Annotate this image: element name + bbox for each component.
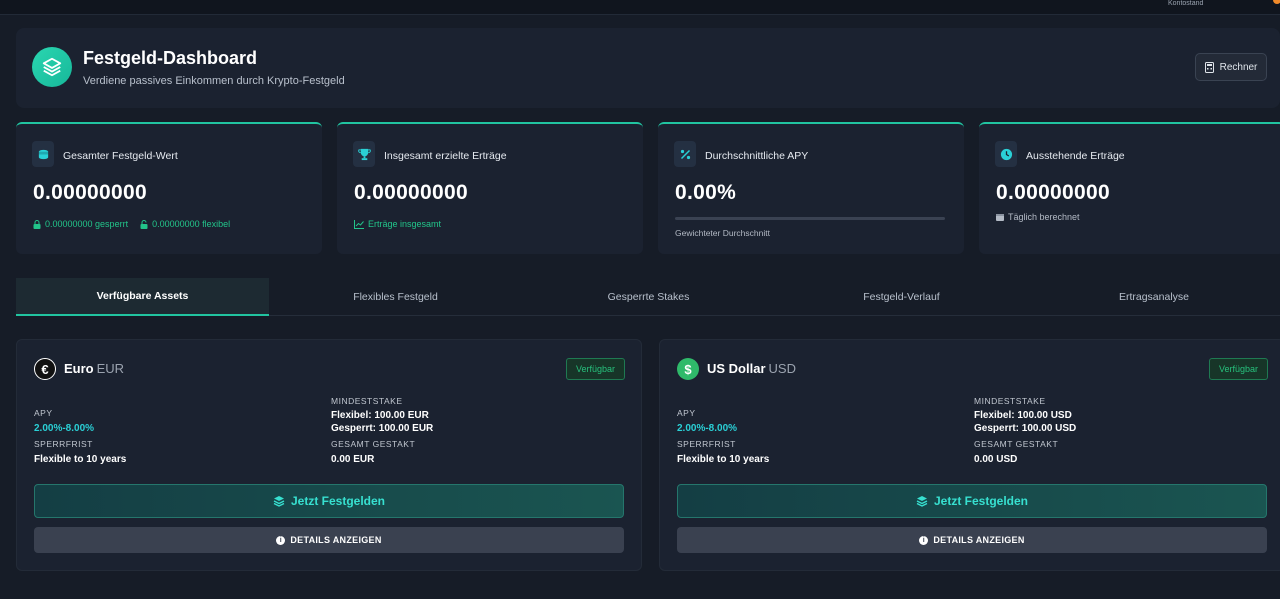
stat-note: Gewichteter Durchschnitt [675,228,770,238]
percent-icon [674,141,696,167]
stat-note-text: Erträge insgesamt [368,219,442,229]
info-icon: i [276,535,286,545]
asset-code: USD [768,361,796,376]
asset-name-text: US Dollar [707,361,766,376]
stat-value: 0.00000000 [33,181,147,204]
calculator-button[interactable]: Rechner [1195,53,1267,81]
total-staked-value: 0.00 EUR [331,454,375,465]
stat-card-pending: Ausstehende Erträge 0.00000000 Täglich b… [979,122,1280,254]
layers-icon [916,496,928,507]
notification-dot[interactable] [1273,0,1280,4]
asset-name-text: Euro [64,361,94,376]
page-title: Festgeld-Dashboard [83,48,258,68]
min-stake-locked: Gesperrt: 100.00 USD [974,423,1077,434]
coins-icon [32,141,54,167]
min-stake-locked: Gesperrt: 100.00 EUR [331,423,434,434]
clock-icon [995,141,1017,167]
asset-name: Euro EUR [64,361,124,376]
chart-line-icon [354,219,364,229]
show-details-label: DETAILS ANZEIGEN [933,535,1025,545]
stake-now-label: Jetzt Festgelden [290,494,386,508]
asset-card-eur: € Euro EUR Verfügbar APY 2.00%-8.00% SPER… [16,339,642,571]
show-details-button[interactable]: i DETAILS ANZEIGEN [34,527,624,553]
tab-available-assets[interactable]: Verfügbare Assets [16,278,269,316]
unlock-icon [140,219,148,229]
stake-now-label: Jetzt Festgelden [933,494,1029,508]
apy-progress-bar [675,217,945,220]
min-stake-flexible: Flexibel: 100.00 USD [974,410,1072,421]
min-stake-label: MINDESTSTAKE [331,396,403,406]
status-badge: Verfügbar [565,358,625,380]
lock-period-label: SPERRFRIST [34,439,93,449]
total-staked-label: GESAMT GESTAKT [974,439,1059,449]
stat-label: Gesamter Festgeld-Wert [63,150,178,162]
dollar-icon: $ [677,358,699,380]
lock-period-value: Flexible to 10 years [34,454,127,465]
asset-code: EUR [96,361,125,376]
stat-note: Täglich berechnet [996,212,1080,222]
stat-card-total-value: Gesamter Festgeld-Wert 0.00000000 0.0000… [16,122,322,254]
min-stake-flexible: Flexibel: 100.00 EUR [331,410,429,421]
account-balance-label: Kontostand [1168,0,1204,7]
top-bar: Kontostand [0,0,1280,15]
total-staked-value: 0.00 USD [974,454,1018,465]
status-badge: Verfügbar [1208,358,1268,380]
apy-label: APY [677,408,696,418]
stat-value: 0.00000000 [354,181,468,204]
stake-now-button[interactable]: Jetzt Festgelden [677,484,1267,518]
tab-deposit-history[interactable]: Festgeld-Verlauf [775,278,1028,316]
stat-label: Insgesamt erzielte Erträge [384,150,507,162]
total-staked-label: GESAMT GESTAKT [331,439,416,449]
min-stake-label: MINDESTSTAKE [974,396,1046,406]
stat-value: 0.00% [675,181,737,204]
stat-label: Ausstehende Erträge [1026,150,1125,162]
tab-flexible-deposit[interactable]: Flexibles Festgeld [269,278,522,316]
show-details-label: DETAILS ANZEIGEN [290,535,382,545]
calculator-button-label: Rechner [1219,61,1258,73]
lock-period-value: Flexible to 10 years [677,454,770,465]
stat-card-apy: Durchschnittliche APY 0.00% Gewichteter … [658,122,964,254]
apy-label: APY [34,408,53,418]
euro-icon: € [34,358,56,380]
calendar-icon [996,214,1004,221]
page-subtitle: Verdiene passives Einkommen durch Krypto… [83,75,345,87]
stat-note-text: Täglich berechnet [1008,212,1080,222]
apy-value: 2.00%-8.00% [34,423,95,434]
flexible-amount: 0.00000000 flexibel [152,219,231,229]
asset-card-usd: $ US Dollar USD Verfügbar APY 2.00%-8.00%… [659,339,1280,571]
stake-now-button[interactable]: Jetzt Festgelden [34,484,624,518]
stack-logo-icon [32,47,72,87]
layers-icon [273,496,285,507]
tab-bar: Verfügbare Assets Flexibles Festgeld Ges… [16,278,1280,316]
lock-icon [33,219,41,229]
tab-locked-stakes[interactable]: Gesperrte Stakes [522,278,775,316]
lock-period-label: SPERRFRIST [677,439,736,449]
locked-amount: 0.00000000 gesperrt [45,219,129,229]
calculator-icon [1204,61,1214,73]
stat-label: Durchschnittliche APY [705,150,809,162]
stat-breakdown: 0.00000000 gesperrt 0.00000000 flexibel [33,219,230,229]
stat-value: 0.00000000 [996,181,1110,204]
stat-card-earnings: Insgesamt erzielte Erträge 0.00000000 Er… [337,122,643,254]
tab-earnings-analysis[interactable]: Ertragsanalyse [1028,278,1280,316]
stat-note: Erträge insgesamt [354,219,441,229]
asset-name: US Dollar USD [707,361,796,376]
apy-value: 2.00%-8.00% [677,423,738,434]
trophy-icon [353,141,375,167]
info-icon: i [919,535,929,545]
show-details-button[interactable]: i DETAILS ANZEIGEN [677,527,1267,553]
